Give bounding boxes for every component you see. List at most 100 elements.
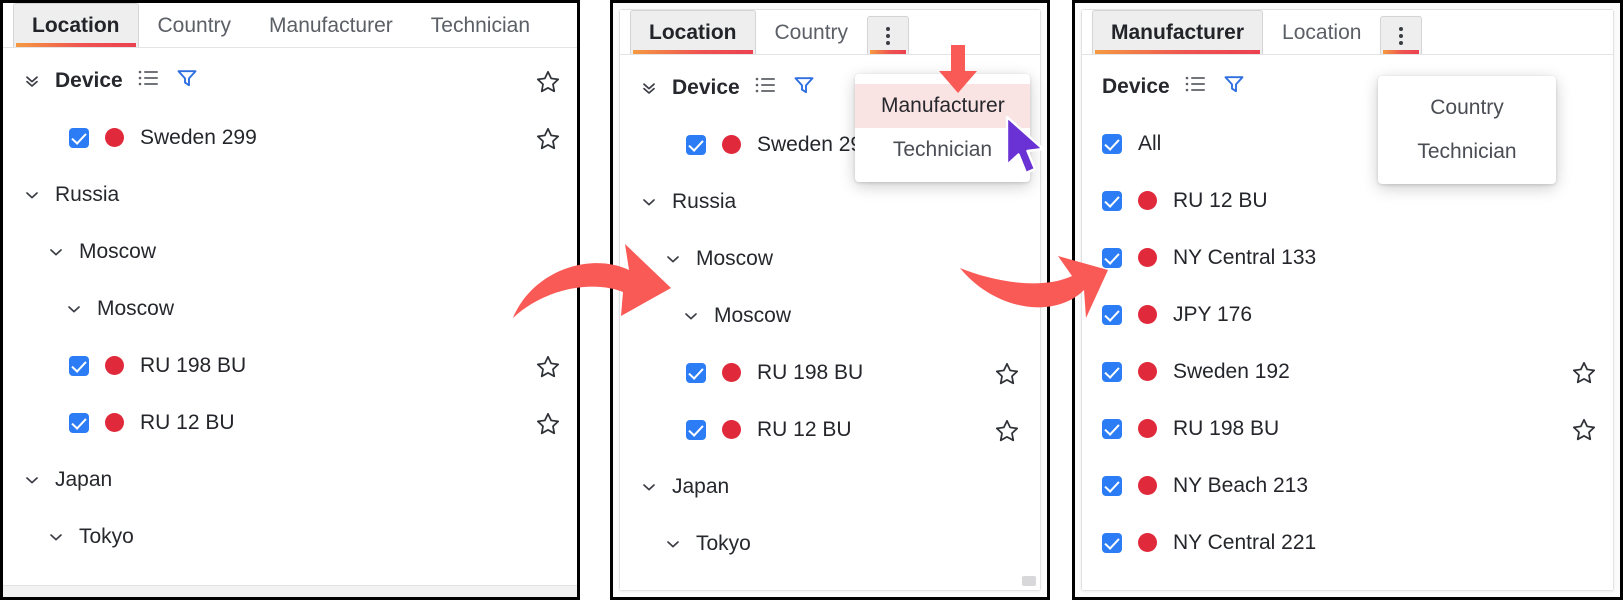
tree-group-japan[interactable]: Japan — [620, 458, 1040, 515]
menu-item-technician[interactable]: Technician — [1378, 130, 1556, 174]
tree-leaf-ru-12-bu[interactable]: RU 12 BU — [3, 394, 577, 451]
tab-location[interactable]: Location — [630, 10, 756, 54]
tree-group-tokyo[interactable]: Tokyo — [3, 508, 577, 565]
tab-country[interactable]: Country — [139, 3, 251, 47]
tree-group-label: Moscow — [79, 240, 156, 264]
tree-leaf-ru-198-bu[interactable]: RU 198 BU — [3, 337, 577, 394]
row-checkbox[interactable] — [686, 420, 706, 440]
row-checkbox[interactable] — [1102, 191, 1122, 211]
tab-label: Country — [775, 21, 849, 44]
filter-icon[interactable] — [1222, 72, 1246, 102]
chevron-down-icon[interactable] — [664, 535, 682, 553]
tree-group-moscow-1[interactable]: Moscow — [3, 223, 577, 280]
chevron-down-icon[interactable] — [23, 186, 41, 204]
row-checkbox[interactable] — [1102, 134, 1122, 154]
favorite-star-icon[interactable] — [994, 418, 1018, 442]
favorite-star-icon[interactable] — [1571, 417, 1595, 441]
tree-group-label: Moscow — [714, 304, 791, 328]
status-dot — [1138, 533, 1157, 552]
tree-leaf-label: RU 198 BU — [140, 354, 246, 378]
row-checkbox[interactable] — [686, 135, 706, 155]
list-item-jpy-176[interactable]: JPY 176 — [1082, 286, 1613, 343]
row-checkbox[interactable] — [1102, 362, 1122, 382]
tree-group-device[interactable]: Device — [3, 52, 577, 109]
list-icon[interactable] — [754, 75, 778, 101]
tab-overflow-menu: Manufacturer Technician — [855, 74, 1030, 182]
menu-item-country[interactable]: Country — [1378, 86, 1556, 130]
row-checkbox[interactable] — [686, 363, 706, 383]
tree-group-label: Japan — [672, 475, 729, 499]
tree-group-label: Tokyo — [79, 525, 134, 549]
tab-technician[interactable]: Technician — [412, 3, 549, 47]
chevron-down-icon[interactable] — [640, 193, 658, 211]
tree-group-russia[interactable]: Russia — [3, 166, 577, 223]
row-checkbox[interactable] — [1102, 419, 1122, 439]
favorite-star-icon[interactable] — [535, 69, 559, 93]
list-item-ny-beach-213[interactable]: NY Beach 213 — [1082, 457, 1613, 514]
chevron-down-icon[interactable] — [640, 478, 658, 496]
tab-overflow-button[interactable] — [1380, 16, 1422, 54]
chevron-double-down-icon[interactable] — [640, 79, 658, 97]
chevron-down-icon[interactable] — [65, 300, 83, 318]
favorite-star-icon[interactable] — [535, 354, 559, 378]
tree-group-tokyo[interactable]: Tokyo — [620, 515, 1040, 572]
tree-leaf-sweden-299[interactable]: Sweden 299 — [3, 109, 577, 166]
chevron-double-down-icon[interactable] — [23, 72, 41, 90]
tree-group-moscow-1[interactable]: Moscow — [620, 230, 1040, 287]
tree-group-moscow-2[interactable]: Moscow — [620, 287, 1040, 344]
menu-item-manufacturer[interactable]: Manufacturer — [855, 84, 1030, 128]
tab-country[interactable]: Country — [756, 10, 868, 54]
tab-location[interactable]: Location — [1263, 10, 1380, 54]
status-dot — [722, 363, 741, 382]
menu-item-label: Manufacturer — [881, 94, 1005, 117]
tree-leaf-ru-198-bu[interactable]: RU 198 BU — [620, 344, 1040, 401]
favorite-star-icon[interactable] — [994, 361, 1018, 385]
list-icon[interactable] — [1184, 74, 1208, 100]
tree-group-moscow-2[interactable]: Moscow — [3, 280, 577, 337]
panel-bottom-bar — [3, 585, 577, 597]
status-dot — [105, 128, 124, 147]
status-dot — [1138, 248, 1157, 267]
row-checkbox[interactable] — [1102, 248, 1122, 268]
menu-item-technician[interactable]: Technician — [855, 128, 1030, 172]
favorite-star-icon[interactable] — [535, 126, 559, 150]
list-item-label: NY Central 133 — [1173, 246, 1316, 270]
favorite-star-icon[interactable] — [1571, 360, 1595, 384]
status-dot — [1138, 362, 1157, 381]
row-checkbox[interactable] — [69, 356, 89, 376]
chevron-down-icon[interactable] — [47, 528, 65, 546]
tab-label: Manufacturer — [1111, 21, 1244, 44]
tab-overflow-menu: Country Technician — [1378, 76, 1556, 184]
row-checkbox[interactable] — [1102, 305, 1122, 325]
chevron-down-icon[interactable] — [682, 307, 700, 325]
tab-manufacturer[interactable]: Manufacturer — [1092, 10, 1263, 54]
chevron-down-icon[interactable] — [23, 471, 41, 489]
filter-icon[interactable] — [175, 66, 199, 96]
status-dot — [1138, 419, 1157, 438]
location-panel-inner: Location Country Manufacturer Technician — [3, 3, 577, 597]
status-dot — [1138, 191, 1157, 210]
list-item-ru-198-bu[interactable]: RU 198 BU — [1082, 400, 1613, 457]
filter-icon[interactable] — [792, 73, 816, 103]
row-checkbox[interactable] — [1102, 533, 1122, 553]
tab-overflow-button[interactable] — [867, 16, 909, 54]
tab-manufacturer[interactable]: Manufacturer — [250, 3, 412, 47]
tree-leaf-label: Sweden 299 — [140, 126, 257, 150]
tree-group-japan[interactable]: Japan — [3, 451, 577, 508]
tree-group-label: Device — [672, 76, 740, 100]
row-checkbox[interactable] — [69, 413, 89, 433]
panel-resize-handle[interactable] — [1022, 576, 1036, 586]
chevron-down-icon[interactable] — [47, 243, 65, 261]
favorite-star-icon[interactable] — [535, 411, 559, 435]
list-item-sweden-192[interactable]: Sweden 192 — [1082, 343, 1613, 400]
row-checkbox[interactable] — [69, 128, 89, 148]
list-item-ny-central-221[interactable]: NY Central 221 — [1082, 514, 1613, 571]
tab-label: Location — [32, 14, 120, 37]
tree-leaf-ru-12-bu[interactable]: RU 12 BU — [620, 401, 1040, 458]
chevron-down-icon[interactable] — [664, 250, 682, 268]
row-checkbox[interactable] — [1102, 476, 1122, 496]
list-icon[interactable] — [137, 68, 161, 94]
tree-group-label: Japan — [55, 468, 112, 492]
list-item-ny-central-133[interactable]: NY Central 133 — [1082, 229, 1613, 286]
tab-location[interactable]: Location — [13, 3, 139, 47]
